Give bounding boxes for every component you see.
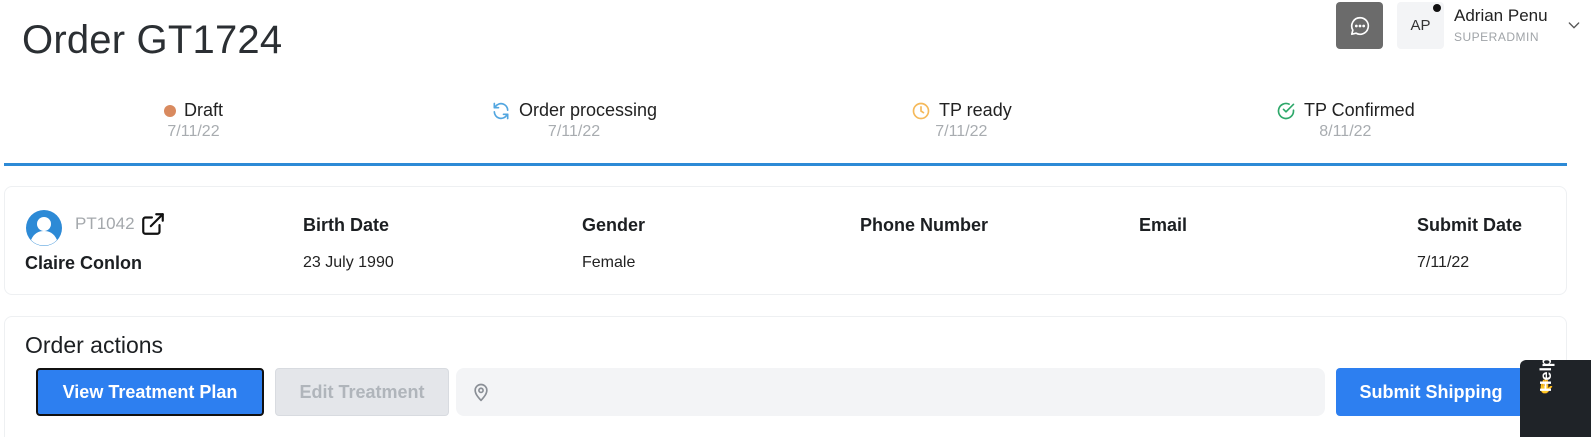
gender-value: Female — [582, 254, 636, 271]
patient-id: PT1042 — [75, 214, 135, 233]
avatar-initials: AP — [1410, 17, 1431, 34]
chevron-down-icon[interactable] — [1566, 17, 1582, 33]
chat-button[interactable] — [1336, 2, 1383, 49]
email-label: Email — [1139, 215, 1188, 235]
step-order-processing: Order processing 7/11/22 — [491, 100, 657, 141]
step-label: TP ready — [939, 100, 1012, 120]
order-status-steps: Draft 7/11/22 Order processing 7/11/22 T… — [4, 96, 1567, 166]
location-field[interactable] — [456, 368, 1325, 416]
step-date: 7/11/22 — [547, 123, 601, 140]
location-input[interactable] — [500, 368, 1310, 416]
step-tp-ready: TP ready 7/11/22 — [911, 100, 1012, 141]
user-role: SUPERADMIN — [1454, 30, 1540, 44]
order-actions-card: Order actions View Treatment Plan Edit T… — [4, 316, 1567, 437]
step-date: 8/11/22 — [1319, 123, 1372, 140]
clock-icon — [912, 102, 930, 119]
user-avatar-icon — [26, 210, 62, 246]
submit-date-label: Submit Date — [1417, 215, 1523, 235]
birth-date-value: 23 July 1990 — [303, 254, 394, 271]
birth-date-label: Birth Date — [303, 215, 390, 235]
gender-label: Gender — [582, 215, 646, 235]
patient-info-card: PT1042 Claire Conlon Birth Date 23 July … — [4, 186, 1567, 295]
external-link-icon[interactable] — [140, 211, 166, 237]
order-actions-title: Order actions — [25, 332, 164, 358]
check-circle-icon — [1277, 102, 1295, 119]
map-pin-icon — [474, 383, 488, 402]
step-tp-confirmed: TP Confirmed 8/11/22 — [1276, 100, 1415, 141]
help-tab[interactable]: ✋ Help? — [1520, 348, 1591, 437]
phone-number-label: Phone Number — [860, 215, 989, 235]
step-label: TP Confirmed — [1304, 100, 1415, 120]
step-date: 7/11/22 — [167, 123, 220, 140]
view-treatment-plan-button[interactable]: View Treatment Plan — [36, 368, 264, 416]
user-name[interactable]: Adrian Penu — [1454, 6, 1548, 26]
step-label: Draft — [184, 100, 224, 120]
notification-dot — [1433, 4, 1441, 12]
page-title: Order GT1724 — [22, 18, 283, 62]
dot-icon — [164, 104, 176, 117]
step-date: 7/11/22 — [935, 123, 988, 140]
submit-date-value: 7/11/22 — [1417, 254, 1470, 271]
refresh-icon — [493, 102, 509, 119]
chat-icon — [1350, 16, 1369, 35]
step-draft: Draft 7/11/22 — [164, 100, 223, 141]
step-label: Order processing — [519, 100, 658, 120]
help-label: Help? — [1538, 347, 1555, 392]
patient-name: Claire Conlon — [25, 253, 143, 273]
submit-shipping-button[interactable]: Submit Shipping — [1336, 368, 1526, 416]
edit-treatment-button: Edit Treatment — [275, 368, 449, 416]
